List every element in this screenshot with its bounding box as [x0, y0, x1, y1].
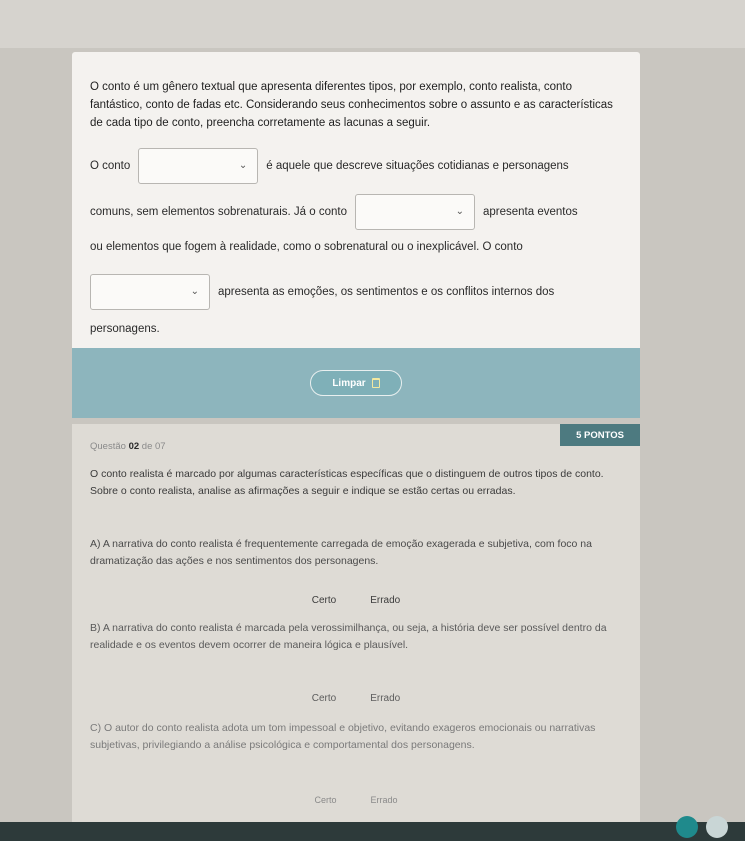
question-total: de 07 — [141, 441, 166, 452]
taskbar — [0, 822, 745, 841]
statement-c: C) O autor do conto realista adota um to… — [90, 722, 596, 751]
question-card-1: O conto é um gênero textual que apresent… — [72, 52, 640, 352]
question-1-footer: Limpar — [72, 348, 640, 418]
statement-b: B) A narrativa do conto realista é marca… — [90, 622, 607, 651]
text-segment: comuns, sem elementos sobrenaturais. Já … — [90, 206, 347, 218]
dropdown-blank-3[interactable]: ⌄ — [90, 274, 210, 310]
question-text: O conto realista é marcado por algumas c… — [90, 468, 604, 497]
question-card-2: Questão 02 de 07 5 PONTOS O conto realis… — [72, 424, 640, 841]
trash-icon — [371, 378, 380, 388]
choices-a: Certo Errado — [72, 592, 640, 609]
fill-line-2: comuns, sem elementos sobrenaturais. Já … — [90, 194, 578, 230]
text-segment: apresenta eventos — [482, 206, 578, 218]
clear-button[interactable]: Limpar — [310, 370, 402, 396]
errado-option-a[interactable]: Errado — [370, 592, 400, 609]
errado-option-b[interactable]: Errado — [370, 690, 400, 707]
taskbar-app-icon[interactable] — [676, 816, 698, 838]
dropdown-blank-1[interactable]: ⌄ — [138, 148, 259, 184]
chevron-down-icon: ⌄ — [455, 206, 464, 217]
chevron-down-icon: ⌄ — [238, 160, 248, 171]
question-intro: O conto é um gênero textual que apresent… — [90, 81, 613, 129]
choices-c: Certo Errado — [72, 792, 640, 809]
background-strip — [0, 0, 745, 48]
question-index: 02 — [128, 441, 140, 452]
points-badge: 5 PONTOS — [560, 424, 640, 446]
clear-button-label: Limpar — [332, 377, 366, 389]
errado-option-c[interactable]: Errado — [371, 792, 398, 809]
certo-option-b[interactable]: Certo — [312, 690, 336, 707]
text-segment: apresenta as emoções, os sentimentos e o… — [218, 286, 555, 298]
fill-line-5: personagens. — [90, 320, 160, 338]
text-segment: O conto — [90, 160, 131, 172]
dropdown-blank-2[interactable]: ⌄ — [354, 194, 475, 230]
certo-option-a[interactable]: Certo — [312, 592, 336, 609]
statement-a: A) A narrativa do conto realista é frequ… — [90, 538, 592, 567]
fill-line-1: O conto ⌄ é aquele que descreve situaçõe… — [90, 148, 569, 184]
choices-b: Certo Errado — [72, 690, 640, 707]
taskbar-app-icon[interactable] — [706, 816, 728, 838]
question-number: Questão 02 de 07 — [90, 438, 166, 455]
fill-line-3: ou elementos que fogem à realidade, como… — [90, 238, 523, 256]
text-segment: personagens. — [90, 323, 160, 335]
text-segment: é aquele que descreve situações cotidian… — [266, 160, 569, 172]
chevron-down-icon: ⌄ — [190, 286, 199, 297]
certo-option-c[interactable]: Certo — [314, 792, 336, 809]
fill-line-4: ⌄ apresenta as emoções, os sentimentos e… — [90, 274, 554, 310]
question-label: Questão — [90, 441, 126, 452]
text-segment: ou elementos que fogem à realidade, como… — [90, 241, 523, 253]
